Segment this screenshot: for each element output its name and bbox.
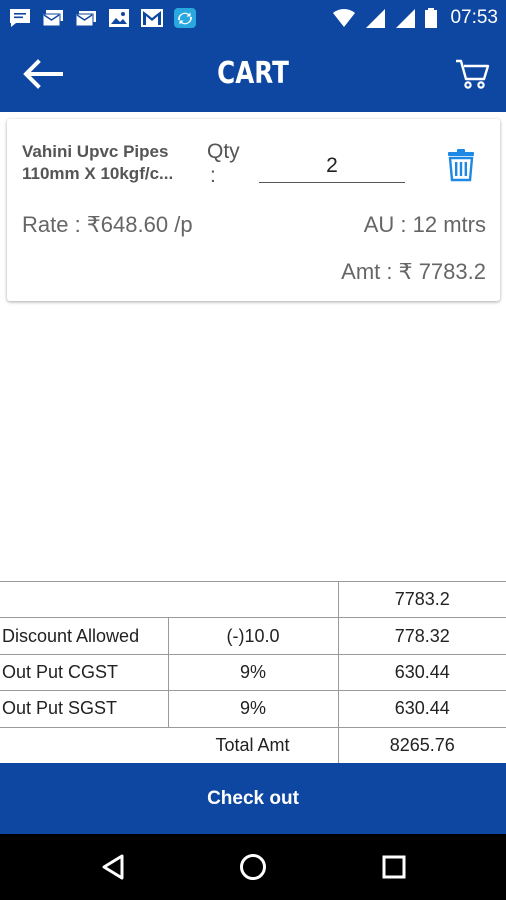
discount-row: Discount Allowed (-)10.0 778.32 xyxy=(0,617,506,655)
mail-icon xyxy=(75,11,96,27)
subtotal-row: 7783.2 xyxy=(0,580,506,619)
cgst-rate: 9% xyxy=(167,653,339,692)
item-amount: Amt : ₹ 7783.2 xyxy=(341,259,486,284)
checkout-button[interactable]: Check out xyxy=(0,763,506,834)
subtotal-empty-1 xyxy=(0,580,168,619)
qty-label: Qty xyxy=(207,140,240,163)
gmail-icon xyxy=(141,9,163,27)
message-icon xyxy=(10,9,30,27)
total-label: Total Amt xyxy=(168,726,339,764)
stacked-mail-icon xyxy=(42,10,63,27)
item-rate: Rate : ₹648.60 /p xyxy=(22,212,193,237)
status-bar: 07:53 xyxy=(0,0,506,36)
notification-icons xyxy=(8,7,197,29)
total-row: Total Amt 8265.76 xyxy=(0,726,506,764)
delete-item-button[interactable] xyxy=(445,148,477,182)
cart-button[interactable] xyxy=(450,52,494,96)
subtotal-empty-2 xyxy=(168,580,339,619)
trash-icon xyxy=(448,149,474,182)
item-name-line1: Vahini Upvc Pipes xyxy=(22,142,169,161)
discount-label: Discount Allowed xyxy=(0,617,169,655)
quantity-input[interactable] xyxy=(259,149,405,183)
system-icons: 07:53 xyxy=(332,7,498,29)
shopping-cart-icon xyxy=(456,59,490,89)
app-bar: CART xyxy=(0,36,506,112)
image-icon xyxy=(109,9,129,27)
item-name[interactable]: Vahini Upvc Pipes 110mm X 10kgf/c... xyxy=(22,141,207,185)
home-circle-icon xyxy=(240,854,266,880)
total-value: 8265.76 xyxy=(337,726,506,764)
cgst-value: 630.44 xyxy=(337,653,506,692)
battery-icon xyxy=(425,8,438,28)
sgst-row: Out Put SGST 9% 630.44 xyxy=(0,690,506,728)
sgst-value: 630.44 xyxy=(337,690,506,728)
sgst-rate: 9% xyxy=(167,690,339,728)
subtotal-value: 7783.2 xyxy=(337,580,506,619)
wifi-icon xyxy=(333,8,356,27)
summary-table: 7783.2 Discount Allowed (-)10.0 778.32 O… xyxy=(0,580,506,764)
signal-icon xyxy=(396,9,416,28)
back-triangle-icon xyxy=(102,854,124,880)
cgst-label: Out Put CGST xyxy=(0,653,169,692)
cgst-row: Out Put CGST 9% 630.44 xyxy=(0,653,506,692)
qty-colon: : xyxy=(210,164,216,187)
item-name-line2: 110mm X 10kgf/c... xyxy=(22,164,174,183)
clock: 07:53 xyxy=(450,7,498,28)
item-au: AU : 12 mtrs xyxy=(363,212,486,237)
total-empty xyxy=(0,726,168,764)
nav-back-button[interactable] xyxy=(93,847,133,887)
nav-recents-button[interactable] xyxy=(374,847,414,887)
nav-bar xyxy=(0,834,506,900)
discount-value: 778.32 xyxy=(337,617,506,655)
recents-square-icon xyxy=(382,855,406,879)
signal-icon xyxy=(366,9,386,28)
cart-item-card: Vahini Upvc Pipes 110mm X 10kgf/c... Qty… xyxy=(7,119,500,301)
page-title: CART xyxy=(217,56,289,91)
sgst-label: Out Put SGST xyxy=(0,690,169,728)
discount-rate: (-)10.0 xyxy=(167,617,339,655)
sync-app-icon xyxy=(174,8,196,28)
nav-home-button[interactable] xyxy=(233,847,273,887)
